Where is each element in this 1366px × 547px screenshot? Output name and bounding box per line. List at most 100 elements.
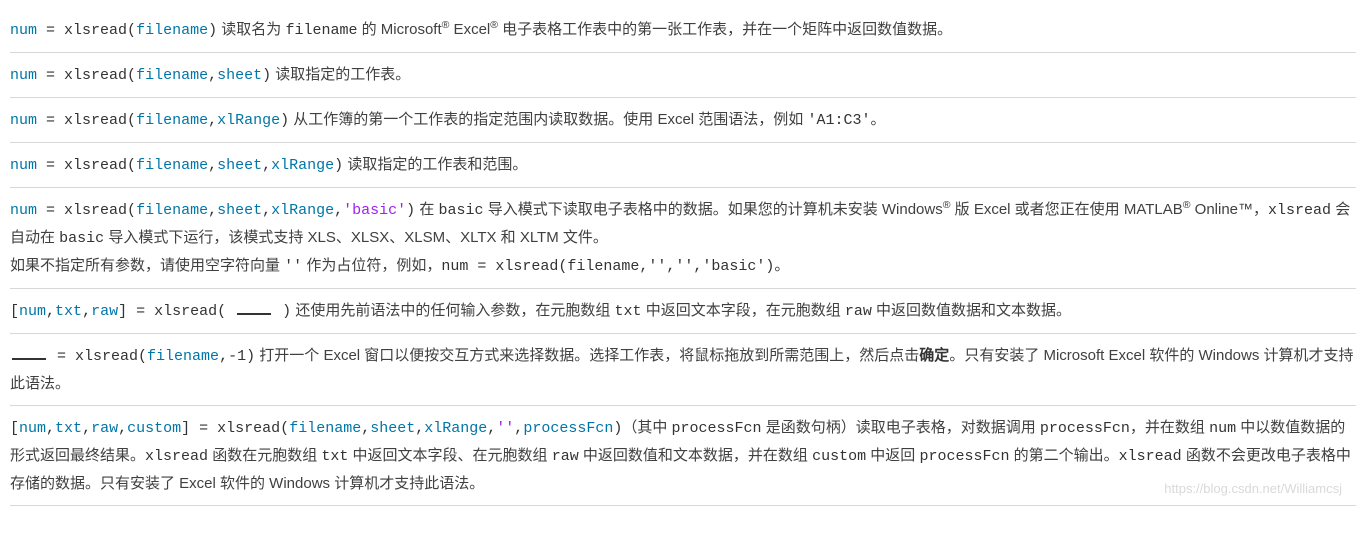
syntax-block-2: num = xlsread(filename,sheet) 读取指定的工作表。	[10, 53, 1356, 98]
mono-example: num = xlsread(filename,'','','basic')	[441, 258, 774, 275]
param-filename: filename	[289, 420, 361, 437]
lparen: (	[280, 420, 289, 437]
desc-text: 在	[415, 201, 438, 218]
equals: =	[37, 112, 64, 129]
mono-processfcn: processFcn	[672, 420, 762, 437]
watermark-text: https://blog.csdn.net/Williamcsj	[1164, 477, 1342, 500]
mono-txt: txt	[321, 448, 348, 465]
comma: ,	[487, 420, 496, 437]
fn-xlsread: xlsread	[64, 112, 127, 129]
equals: =	[37, 67, 64, 84]
desc-text: 版 Excel 或者您正在使用 MATLAB	[950, 201, 1182, 218]
param-xlrange: xlRange	[271, 157, 334, 174]
desc-text: 中返回	[866, 447, 919, 464]
param-xlrange: xlRange	[217, 112, 280, 129]
param-sheet: sheet	[217, 157, 262, 174]
output-raw: raw	[91, 420, 118, 437]
comma: ,	[208, 67, 217, 84]
param-xlrange: xlRange	[424, 420, 487, 437]
equals: =	[37, 22, 64, 39]
syntax-block-4: num = xlsread(filename,sheet,xlRange) 读取…	[10, 143, 1356, 188]
param-sheet: sheet	[217, 67, 262, 84]
desc-text: Online™，	[1191, 201, 1269, 218]
desc-text: 打开一个 Excel 窗口以便按交互方式来选择数据。选择工作表，将鼠标拖放到所需…	[255, 347, 919, 364]
output-num: num	[10, 157, 37, 174]
num-negone: -1	[228, 348, 246, 365]
mono-processfcn: processFcn	[919, 448, 1009, 465]
lparen: (	[127, 157, 136, 174]
desc-text: 函数在元胞数组	[208, 447, 321, 464]
comma: ,	[262, 157, 271, 174]
registered-mark: ®	[1183, 199, 1191, 211]
str-basic: 'basic'	[343, 202, 406, 219]
param-sheet: sheet	[370, 420, 415, 437]
desc-text: 中返回数值数据和文本数据。	[872, 302, 1071, 319]
lparen: (	[217, 303, 235, 320]
equals: =	[37, 157, 64, 174]
lparen: (	[127, 112, 136, 129]
equals: =	[190, 420, 217, 437]
syntax-block-8: [num,txt,raw,custom] = xlsread(filename,…	[10, 406, 1356, 506]
rparen: )	[280, 112, 289, 129]
rparen: )	[334, 157, 343, 174]
param-sheet: sheet	[217, 202, 262, 219]
mono-xlsread: xlsread	[1119, 448, 1182, 465]
fn-xlsread: xlsread	[75, 348, 138, 365]
placeholder-underscore	[237, 302, 271, 315]
mono-raw: raw	[845, 303, 872, 320]
param-filename: filename	[136, 112, 208, 129]
desc-text: 作为占位符，例如，	[302, 257, 441, 274]
lparen: (	[127, 22, 136, 39]
output-custom: custom	[127, 420, 181, 437]
output-txt: txt	[55, 303, 82, 320]
comma: ,	[46, 420, 55, 437]
rparen: )	[613, 420, 622, 437]
mono-raw: raw	[552, 448, 579, 465]
rparen: )	[208, 22, 217, 39]
mono-xlsread: xlsread	[1268, 202, 1331, 219]
mono-txt: txt	[615, 303, 642, 320]
param-filename: filename	[136, 202, 208, 219]
equals: =	[48, 348, 75, 365]
desc-text: Excel	[449, 21, 490, 38]
output-txt: txt	[55, 420, 82, 437]
output-num: num	[19, 303, 46, 320]
desc-text: 。	[871, 111, 886, 128]
registered-mark: ®	[490, 19, 498, 31]
fn-xlsread: xlsread	[217, 420, 280, 437]
desc-text: 中返回文本字段，在元胞数组	[642, 302, 845, 319]
rparen: )	[246, 348, 255, 365]
lparen: (	[138, 348, 147, 365]
rparen: )	[406, 202, 415, 219]
comma: ,	[514, 420, 523, 437]
param-filename: filename	[147, 348, 219, 365]
output-num: num	[10, 22, 37, 39]
mono-basic: basic	[439, 202, 484, 219]
comma: ,	[219, 348, 228, 365]
fn-xlsread: xlsread	[154, 303, 217, 320]
mono-filename: filename	[285, 22, 357, 39]
desc-text: 读取名为	[217, 21, 285, 38]
output-num: num	[10, 202, 37, 219]
desc-text: 中返回数值和文本数据，并在数组	[579, 447, 812, 464]
output-raw: raw	[91, 303, 118, 320]
mono-empty: ''	[284, 258, 302, 275]
lbracket: [	[10, 303, 19, 320]
syntax-block-5: num = xlsread(filename,sheet,xlRange,'ba…	[10, 188, 1356, 289]
desc-text: 读取指定的工作表。	[271, 66, 410, 83]
output-num: num	[19, 420, 46, 437]
desc-text: 是函数句柄）读取电子表格，对数据调用	[762, 419, 1040, 436]
fn-xlsread: xlsread	[64, 67, 127, 84]
comma: ,	[82, 420, 91, 437]
comma: ,	[262, 202, 271, 219]
mono-xlsread: xlsread	[145, 448, 208, 465]
placeholder-underscore	[12, 347, 46, 360]
comma: ,	[46, 303, 55, 320]
fn-xlsread: xlsread	[64, 202, 127, 219]
comma: ,	[208, 112, 217, 129]
desc-text: 导入模式下运行，该模式支持 XLS、XLSX、XLSM、XLTX 和 XLTM …	[104, 229, 608, 246]
desc-text: （其中	[622, 419, 671, 436]
desc-text: 的 Microsoft	[357, 21, 441, 38]
comma: ,	[82, 303, 91, 320]
mono-range: 'A1:C3'	[807, 112, 870, 129]
